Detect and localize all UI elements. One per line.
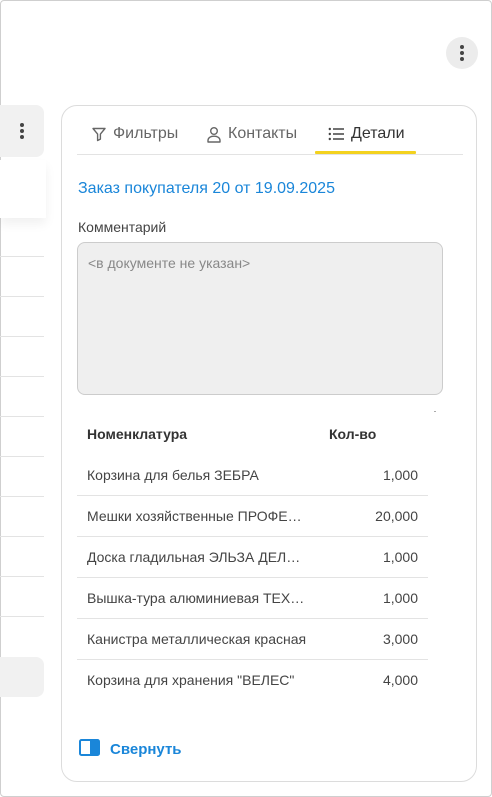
comment-field[interactable]: <в документе не указан> xyxy=(77,242,443,395)
user-icon xyxy=(206,126,222,143)
item-name: Мешки хозяйственные ПРОФЕССИОНАЛ xyxy=(87,508,309,524)
resize-handle xyxy=(434,411,436,412)
list-row[interactable] xyxy=(0,576,44,616)
list-more-menu-button[interactable] xyxy=(0,105,44,157)
kebab-icon xyxy=(20,123,24,139)
item-qty: 1,000 xyxy=(382,467,418,483)
list-row[interactable] xyxy=(0,496,44,536)
item-name: Канистра металлическая красная xyxy=(87,631,307,647)
items-table: Номенклатура Кол-во Корзина для белья ЗЕ… xyxy=(77,413,428,700)
document-link[interactable]: Заказ покупателя 20 от 19.09.2025 xyxy=(78,180,335,198)
table-row[interactable]: Вышка-тура алюминиевая ТЕХНО 1,000 xyxy=(77,578,428,619)
more-menu-button[interactable] xyxy=(446,37,478,69)
list-row[interactable] xyxy=(0,376,44,416)
kebab-icon xyxy=(460,45,464,61)
item-name: Корзина для белья ЗЕБРА xyxy=(87,467,259,483)
table-row[interactable]: Доска гладильная ЭЛЬЗА ДЕЛЮКС 1,000 xyxy=(77,537,428,578)
item-qty: 3,000 xyxy=(382,631,418,647)
tab-label: Детали xyxy=(351,125,405,142)
list-row[interactable] xyxy=(0,256,44,296)
tab-details[interactable]: Детали xyxy=(328,114,405,154)
active-tab-indicator xyxy=(315,151,416,154)
list-row[interactable] xyxy=(0,536,44,576)
comment-label: Комментарий xyxy=(78,219,167,235)
item-qty: 20,000 xyxy=(375,508,418,524)
table-row[interactable]: Канистра металлическая красная 3,000 xyxy=(77,619,428,660)
list-footer-card xyxy=(0,657,44,697)
collapse-button[interactable]: Свернуть xyxy=(79,739,182,760)
list-row[interactable] xyxy=(0,616,44,617)
panel-collapse-icon xyxy=(79,739,100,760)
list-row[interactable] xyxy=(0,336,44,376)
item-qty: 4,000 xyxy=(382,672,418,688)
list-row[interactable] xyxy=(0,456,44,496)
tab-label: Контакты xyxy=(228,125,298,142)
tab-contacts[interactable]: Контакты xyxy=(206,114,297,154)
tab-label: Фильтры xyxy=(113,125,179,142)
collapse-label: Свернуть xyxy=(110,741,182,758)
column-header-qty: Кол-во xyxy=(329,426,377,442)
table-row[interactable]: Корзина для белья ЗЕБРА 1,000 xyxy=(77,455,428,496)
item-name: Вышка-тура алюминиевая ТЕХНО xyxy=(87,590,309,606)
details-panel: Фильтры Контакты Детали Заказ покупателя… xyxy=(61,105,477,782)
table-row[interactable]: Корзина для хранения "ВЕЛЕС" 4,000 xyxy=(77,660,428,700)
comment-placeholder: <в документе не указан> xyxy=(88,255,251,271)
tab-filters[interactable]: Фильтры xyxy=(91,114,178,154)
list-row[interactable] xyxy=(0,296,44,336)
item-name: Доска гладильная ЭЛЬЗА ДЕЛЮКС xyxy=(87,549,309,565)
item-name: Корзина для хранения "ВЕЛЕС" xyxy=(87,672,295,688)
item-qty: 1,000 xyxy=(382,590,418,606)
item-qty: 1,000 xyxy=(382,549,418,565)
list-icon xyxy=(328,127,345,141)
list-card xyxy=(0,160,46,218)
column-header-item: Номенклатура xyxy=(87,426,188,442)
list-row[interactable] xyxy=(0,416,44,456)
table-row[interactable]: Мешки хозяйственные ПРОФЕССИОНАЛ 20,000 xyxy=(77,496,428,537)
table-header: Номенклатура Кол-во xyxy=(77,413,428,455)
filter-icon xyxy=(91,126,107,142)
tab-bar: Фильтры Контакты Детали xyxy=(77,114,463,155)
list-rows xyxy=(0,256,44,617)
